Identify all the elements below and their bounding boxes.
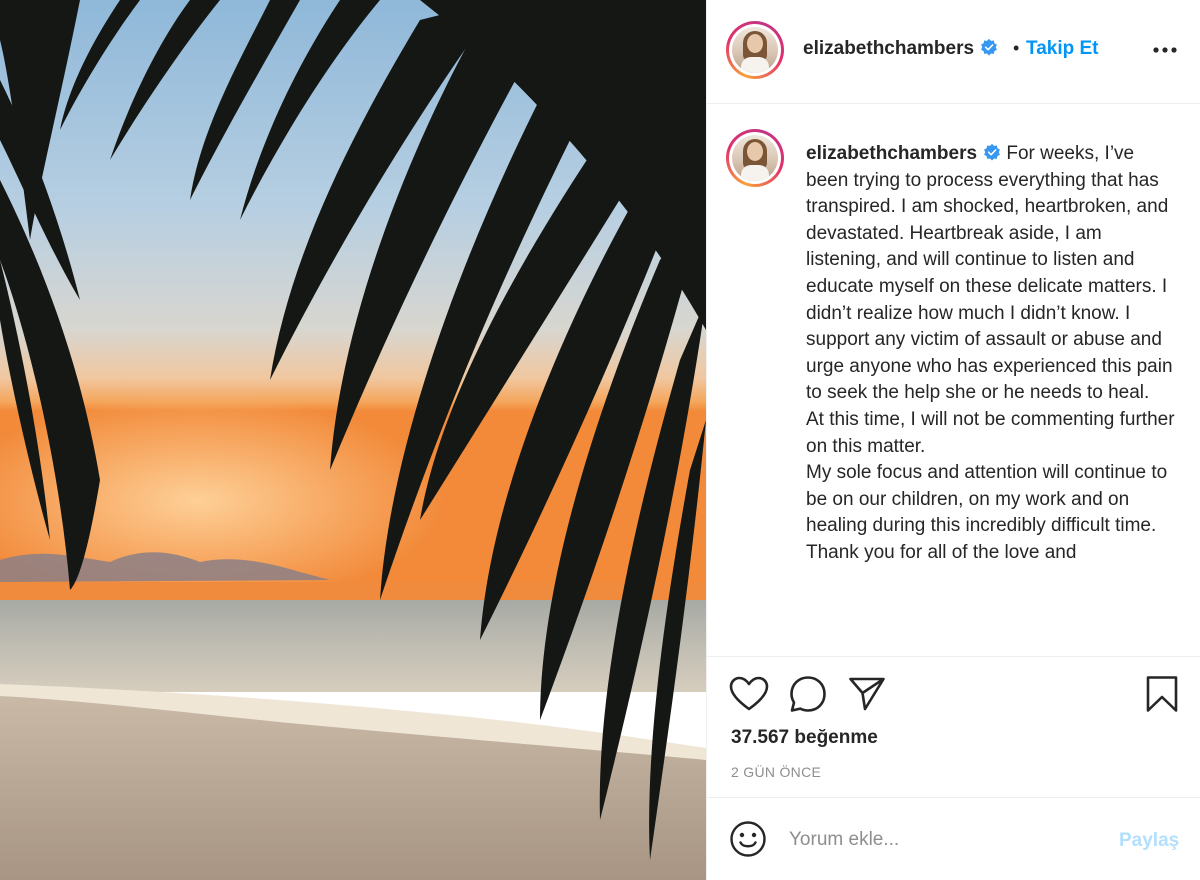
post-photo[interactable] bbox=[0, 0, 706, 880]
share-button[interactable]: Paylaş bbox=[1119, 830, 1179, 852]
likes-count[interactable]: 37.567 beğenme bbox=[731, 727, 878, 749]
username-link[interactable]: elizabethchambers bbox=[803, 38, 998, 60]
caption-avatar[interactable] bbox=[726, 129, 784, 187]
caption-section: elizabethchambers For weeks, I’ve been t… bbox=[707, 104, 1200, 657]
post-actions: 37.567 beğenme 2 GÜN ÖNCE bbox=[707, 658, 1200, 798]
caption-username-link[interactable]: elizabethchambers bbox=[806, 143, 1001, 164]
verified-badge-icon bbox=[981, 38, 997, 56]
bookmark-icon[interactable] bbox=[1145, 675, 1179, 713]
caption-text: elizabethchambers For weeks, I’ve been t… bbox=[806, 141, 1176, 567]
more-options-icon[interactable] bbox=[1152, 40, 1178, 60]
paper-plane-icon[interactable] bbox=[848, 676, 886, 712]
caption-body: For weeks, I’ve been trying to process e… bbox=[806, 143, 1175, 563]
beach-sunset-palm-image bbox=[0, 0, 706, 880]
post-timestamp[interactable]: 2 GÜN ÖNCE bbox=[731, 764, 821, 780]
post-sidebar: elizabethchambers • Takip Et elizabethch… bbox=[706, 0, 1200, 880]
avatar[interactable] bbox=[726, 21, 784, 79]
post-header: elizabethchambers • Takip Et bbox=[707, 0, 1200, 104]
comment-input[interactable] bbox=[789, 824, 1089, 856]
separator-dot: • bbox=[1013, 38, 1020, 58]
emoji-smiley-icon[interactable] bbox=[729, 820, 767, 863]
verified-badge-icon bbox=[984, 143, 1000, 161]
heart-icon[interactable] bbox=[729, 676, 769, 712]
comment-bar: Paylaş bbox=[707, 798, 1200, 880]
follow-button[interactable]: Takip Et bbox=[1026, 38, 1099, 60]
comment-bubble-icon[interactable] bbox=[789, 675, 827, 713]
